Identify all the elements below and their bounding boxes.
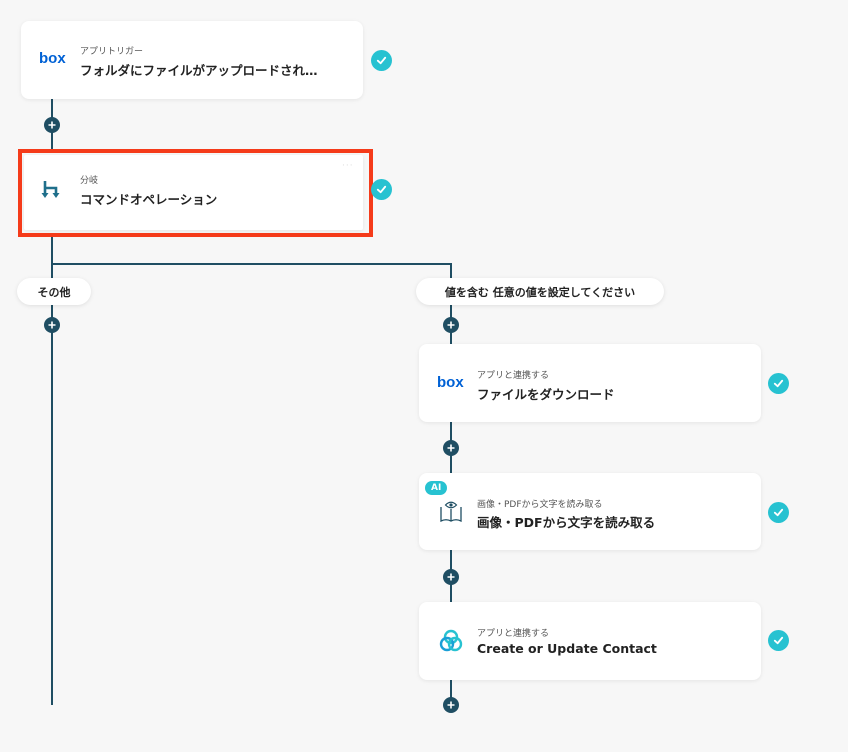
step-card-ocr[interactable]: 画像・PDFから文字を読み取る 画像・PDFから文字を読み取る: [419, 473, 761, 550]
plus-icon: [447, 321, 455, 329]
svg-text:box: box: [437, 374, 464, 390]
selected-highlight: [18, 149, 373, 237]
trigger-card[interactable]: box アプリトリガー フォルダにファイルがアップロードされ…: [21, 21, 363, 99]
step-subtitle: アプリと連携する: [477, 629, 550, 639]
add-step-button[interactable]: [443, 440, 459, 456]
box-logo-icon: box: [39, 50, 67, 70]
step-title: Create or Update Contact: [477, 641, 657, 656]
add-step-right-button[interactable]: [443, 317, 459, 333]
branch-label-other[interactable]: その他: [17, 278, 91, 305]
book-eye-icon: [439, 500, 463, 528]
branch-label-condition[interactable]: 値を含む 任意の値を設定してください: [416, 278, 664, 305]
branch-check-icon: [371, 179, 392, 200]
plus-icon: [48, 121, 56, 129]
connector-branch-split: [51, 234, 53, 264]
plus-icon: [447, 573, 455, 581]
step-contact-check-icon: [768, 630, 789, 651]
add-step-button[interactable]: [443, 697, 459, 713]
trigger-subtitle: アプリトリガー: [80, 47, 144, 57]
step-download-check-icon: [768, 373, 789, 394]
plus-icon: [447, 701, 455, 709]
trigger-title: フォルダにファイルがアップロードされ…: [80, 63, 318, 78]
step-card-contact[interactable]: アプリと連携する Create or Update Contact: [419, 602, 761, 680]
step-title: 画像・PDFから文字を読み取る: [477, 515, 656, 530]
add-step-left-button[interactable]: [44, 317, 60, 333]
ai-badge: AI: [425, 481, 448, 495]
box-logo-icon: box: [437, 374, 465, 394]
step-subtitle: アプリと連携する: [477, 371, 550, 381]
plus-icon: [447, 444, 455, 452]
step-title: ファイルをダウンロード: [477, 387, 615, 402]
add-step-button[interactable]: [44, 117, 60, 133]
add-step-button[interactable]: [443, 569, 459, 585]
step-ocr-check-icon: [768, 502, 789, 523]
svg-text:box: box: [39, 50, 66, 66]
step-subtitle: 画像・PDFから文字を読み取る: [477, 500, 603, 510]
trigger-check-icon: [371, 50, 392, 71]
step-card-download[interactable]: box アプリと連携する ファイルをダウンロード: [419, 344, 761, 422]
connector-split-horizontal: [51, 263, 452, 265]
plus-icon: [48, 321, 56, 329]
contact-circles-icon: [439, 629, 463, 657]
